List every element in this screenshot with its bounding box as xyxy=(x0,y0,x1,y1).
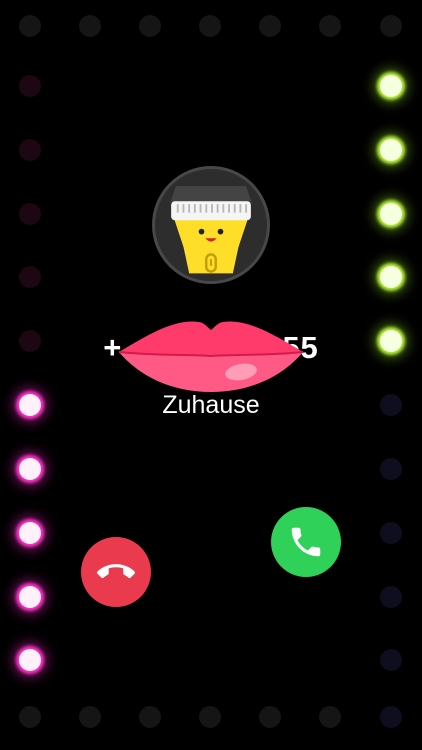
light-dot xyxy=(19,649,41,671)
phone-icon xyxy=(291,527,321,557)
light-dot xyxy=(380,706,402,728)
light-dot xyxy=(380,458,402,480)
light-dot xyxy=(19,266,41,288)
light-dot xyxy=(380,139,402,161)
light-dot xyxy=(380,266,402,288)
light-dot xyxy=(19,75,41,97)
light-dot xyxy=(19,203,41,225)
light-dot xyxy=(19,15,41,37)
light-dot xyxy=(259,706,281,728)
light-dot xyxy=(139,15,161,37)
lips-sticker-icon xyxy=(115,316,307,394)
caller-label: Zuhause xyxy=(162,391,260,419)
light-dot xyxy=(380,75,402,97)
light-dot xyxy=(19,586,41,608)
light-dot xyxy=(259,15,281,37)
light-dot xyxy=(380,15,402,37)
light-dot xyxy=(380,586,402,608)
light-dot xyxy=(19,139,41,161)
caller-avatar xyxy=(152,166,270,284)
light-dot xyxy=(319,706,341,728)
light-dot xyxy=(380,203,402,225)
accept-call-button[interactable] xyxy=(271,507,341,577)
light-dot xyxy=(199,15,221,37)
light-dot xyxy=(380,522,402,544)
light-dot xyxy=(199,706,221,728)
light-dot xyxy=(79,15,101,37)
decline-call-button[interactable] xyxy=(81,537,151,607)
light-dot xyxy=(79,706,101,728)
flashlight-mascot-icon xyxy=(170,186,252,274)
phone-hangup-icon xyxy=(97,564,135,579)
light-dot xyxy=(380,649,402,671)
light-dot xyxy=(19,458,41,480)
light-dot xyxy=(139,706,161,728)
light-dot xyxy=(19,522,41,544)
light-dot xyxy=(19,706,41,728)
light-dot xyxy=(319,15,341,37)
